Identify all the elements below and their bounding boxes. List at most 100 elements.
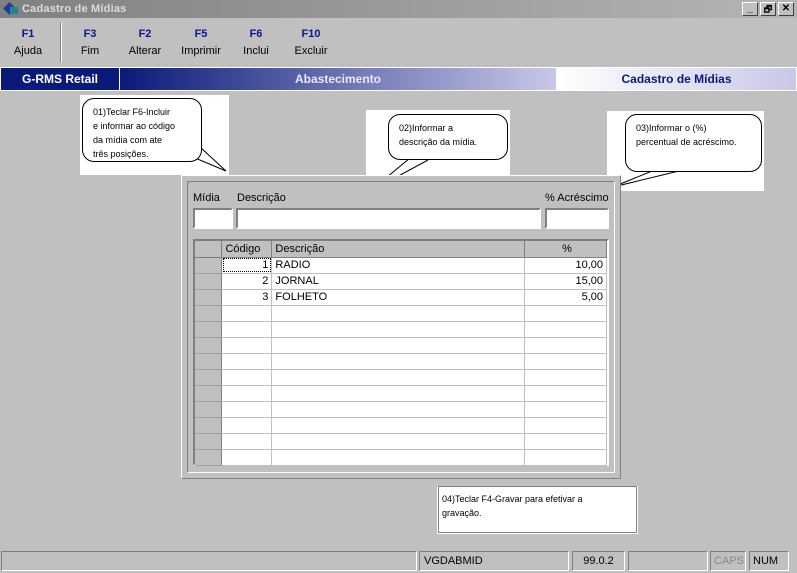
cell-percent[interactable] — [524, 401, 607, 418]
row-indicator[interactable] — [195, 273, 223, 290]
cell-percent[interactable] — [524, 433, 607, 450]
cell-percent[interactable] — [524, 417, 607, 434]
cell-percent[interactable] — [524, 369, 607, 386]
function-key-toolbar: F1 Ajuda F3 Fim F2 Alterar F5 Imprimir F… — [0, 18, 797, 66]
grid-body: 1 RADIO 10,00 2 JORNAL 15,00 3 FOLHETO 5… — [195, 257, 607, 466]
cell-descricao[interactable] — [271, 369, 526, 386]
callout-line: e informar ao código — [93, 121, 176, 131]
fkey-f3[interactable]: F3 Fim — [60, 28, 120, 57]
restore-button[interactable]: 🗗 — [760, 2, 776, 16]
table-row[interactable]: 3 FOLHETO 5,00 — [195, 289, 607, 306]
cell-descricao[interactable] — [271, 417, 526, 434]
callout-line: três posições. — [93, 149, 149, 159]
callout-line: 02)Informar a — [399, 123, 454, 133]
row-indicator[interactable] — [195, 257, 223, 274]
table-row[interactable] — [195, 337, 607, 354]
cell-percent[interactable] — [524, 305, 607, 322]
cell-descricao[interactable] — [271, 385, 526, 402]
fkey-f1[interactable]: F1 Ajuda — [0, 28, 58, 57]
cell-descricao[interactable] — [271, 305, 526, 322]
cell-codigo[interactable]: 3 — [221, 289, 273, 306]
row-indicator[interactable] — [195, 385, 223, 402]
callout-line: percentual de acréscimo. — [636, 137, 737, 147]
fkey-f2[interactable]: F2 Alterar — [115, 28, 175, 57]
callout-2-text: 02)Informar a descrição da mídia. — [388, 114, 508, 160]
cell-codigo[interactable]: 2 — [221, 273, 273, 290]
cell-codigo[interactable] — [221, 305, 273, 322]
fkey-f5[interactable]: F5 Imprimir — [171, 28, 231, 57]
cell-descricao[interactable]: FOLHETO — [271, 289, 526, 306]
fkey-f10[interactable]: F10 Excluir — [281, 28, 341, 57]
minimize-button[interactable]: _ — [742, 2, 758, 16]
acrescimo-label: % Acréscimo — [545, 192, 609, 204]
table-row[interactable] — [195, 385, 607, 402]
column-header-codigo[interactable]: Código — [221, 241, 273, 258]
cell-percent[interactable]: 15,00 — [524, 273, 607, 290]
acrescimo-input[interactable] — [545, 208, 609, 229]
row-indicator[interactable] — [195, 321, 223, 338]
cell-codigo[interactable] — [221, 353, 273, 370]
table-row[interactable] — [195, 417, 607, 434]
cell-percent[interactable]: 5,00 — [524, 289, 607, 306]
cell-descricao[interactable]: RADIO — [271, 257, 526, 274]
cell-percent[interactable] — [524, 353, 607, 370]
cell-descricao[interactable] — [271, 401, 526, 418]
cell-descricao[interactable] — [271, 337, 526, 354]
cell-codigo[interactable] — [221, 401, 273, 418]
cell-codigo[interactable] — [221, 337, 273, 354]
row-indicator[interactable] — [195, 417, 223, 434]
midias-grid[interactable]: Código Descrição % 1 RADIO 10,00 2 JORNA… — [193, 239, 609, 466]
table-row[interactable] — [195, 369, 607, 386]
fkey-f6[interactable]: F6 Inclui — [226, 28, 286, 57]
cell-codigo[interactable]: 1 — [221, 257, 273, 274]
row-indicator[interactable] — [195, 369, 223, 386]
fkey-key: F2 — [138, 28, 152, 40]
form-panel: Mídia Descrição % Acréscimo Código Descr… — [181, 175, 621, 479]
column-header-descricao[interactable]: Descrição — [271, 241, 526, 258]
row-indicator[interactable] — [195, 305, 223, 322]
row-indicator[interactable] — [195, 289, 223, 306]
help-callout-1: 01)Teclar F6-Incluir e informar ao códig… — [80, 95, 229, 175]
cell-descricao[interactable] — [271, 353, 526, 370]
cell-codigo[interactable] — [221, 417, 273, 434]
row-indicator[interactable] — [195, 449, 223, 466]
row-indicator[interactable] — [195, 337, 223, 354]
close-button[interactable]: ✕ — [778, 2, 794, 16]
fkey-key: F10 — [301, 28, 321, 40]
fkey-label: Alterar — [128, 45, 162, 57]
cell-descricao[interactable]: JORNAL — [271, 273, 526, 290]
callout-3-text: 03)Informar o (%) percentual de acréscim… — [625, 114, 762, 172]
row-indicator[interactable] — [195, 401, 223, 418]
cell-percent[interactable] — [524, 385, 607, 402]
table-row[interactable] — [195, 305, 607, 322]
table-row[interactable]: 2 JORNAL 15,00 — [195, 273, 607, 290]
table-row[interactable] — [195, 353, 607, 370]
midia-input[interactable] — [193, 208, 233, 229]
callout-4-text: 04)Teclar F4-Gravar para efetivar a grav… — [438, 486, 637, 533]
column-header-percent[interactable]: % — [524, 241, 607, 258]
cell-percent[interactable]: 10,00 — [524, 257, 607, 274]
cell-percent[interactable] — [524, 337, 607, 354]
cell-codigo[interactable] — [221, 385, 273, 402]
app-icon[interactable] — [3, 2, 19, 16]
cell-percent[interactable] — [524, 449, 607, 466]
cell-codigo[interactable] — [221, 449, 273, 466]
table-row[interactable]: 1 RADIO 10,00 — [195, 257, 607, 274]
grid-corner — [195, 241, 223, 258]
cell-descricao[interactable] — [271, 449, 526, 466]
table-row[interactable] — [195, 321, 607, 338]
row-indicator[interactable] — [195, 433, 223, 450]
table-row[interactable] — [195, 433, 607, 450]
table-row[interactable] — [195, 449, 607, 466]
callout-line: da mídia com ate — [93, 135, 163, 145]
descricao-input[interactable] — [236, 208, 541, 229]
cell-percent[interactable] — [524, 321, 607, 338]
cell-codigo[interactable] — [221, 321, 273, 338]
cell-descricao[interactable] — [271, 433, 526, 450]
grid-table: Código Descrição % 1 RADIO 10,00 2 JORNA… — [195, 241, 607, 466]
table-row[interactable] — [195, 401, 607, 418]
cell-codigo[interactable] — [221, 369, 273, 386]
cell-codigo[interactable] — [221, 433, 273, 450]
cell-descricao[interactable] — [271, 321, 526, 338]
row-indicator[interactable] — [195, 353, 223, 370]
